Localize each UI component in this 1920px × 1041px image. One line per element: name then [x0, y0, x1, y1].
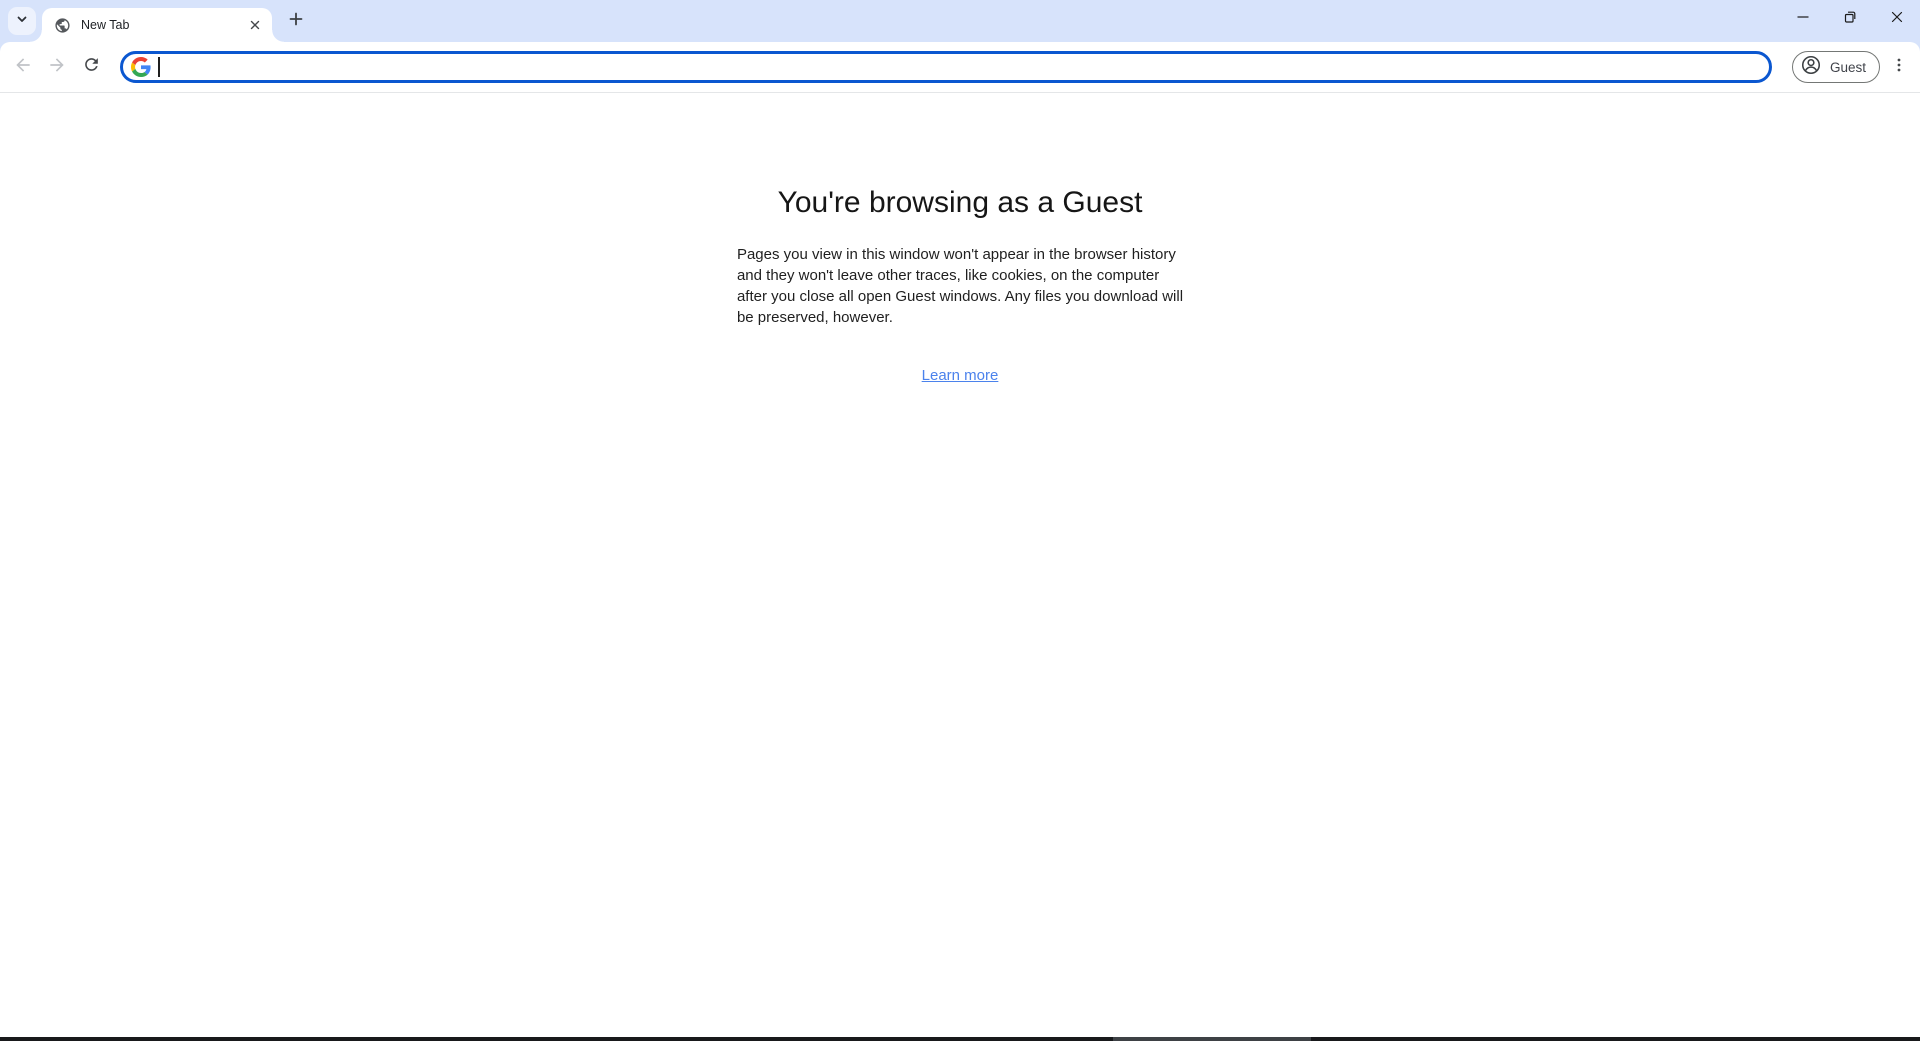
- guest-profile-label: Guest: [1829, 59, 1866, 75]
- guest-profile-button[interactable]: Guest: [1791, 51, 1880, 83]
- omnibox-address-bar[interactable]: [120, 51, 1772, 83]
- new-tab-button[interactable]: [282, 7, 310, 35]
- person-circle-icon: [1800, 54, 1822, 81]
- forward-button[interactable]: [40, 50, 74, 84]
- restore-button[interactable]: [1826, 0, 1873, 38]
- reload-button[interactable]: [74, 50, 108, 84]
- taskbar-edge-segment: [1113, 1037, 1311, 1041]
- tab-new-tab[interactable]: New Tab: [30, 8, 284, 42]
- arrow-back-icon: [13, 55, 33, 80]
- text-caret: [158, 57, 160, 77]
- learn-more-link[interactable]: Learn more: [922, 367, 999, 384]
- close-icon: [1890, 10, 1904, 29]
- three-dot-menu-icon: [1891, 57, 1907, 78]
- plus-icon: [288, 11, 304, 32]
- guest-mode-page: You're browsing as a Guest Pages you vie…: [0, 183, 1920, 385]
- toolbar: Guest: [0, 42, 1920, 93]
- window-controls: [1779, 0, 1920, 38]
- minimize-button[interactable]: [1779, 0, 1826, 38]
- close-window-button[interactable]: [1873, 0, 1920, 38]
- tab-title: New Tab: [81, 18, 130, 32]
- browser-menu-button[interactable]: [1882, 50, 1916, 84]
- reload-icon: [82, 55, 101, 79]
- browser-window: New Tab Guest You're browsing as a Guest…: [0, 0, 1920, 1041]
- page-title: You're browsing as a Guest: [777, 186, 1143, 219]
- back-button[interactable]: [6, 50, 40, 84]
- tab-close-button[interactable]: [246, 16, 264, 34]
- google-g-icon: [131, 57, 151, 77]
- window-body: Guest You're browsing as a Guest Pages y…: [0, 42, 1920, 1037]
- chevron-down-icon: [15, 12, 29, 31]
- taskbar-edge: [0, 1037, 1920, 1041]
- restore-icon: [1843, 10, 1857, 29]
- globe-icon: [54, 17, 71, 34]
- minimize-icon: [1796, 10, 1810, 29]
- guest-mode-description: Pages you view in this window won't appe…: [736, 246, 1184, 326]
- arrow-forward-icon: [47, 55, 67, 80]
